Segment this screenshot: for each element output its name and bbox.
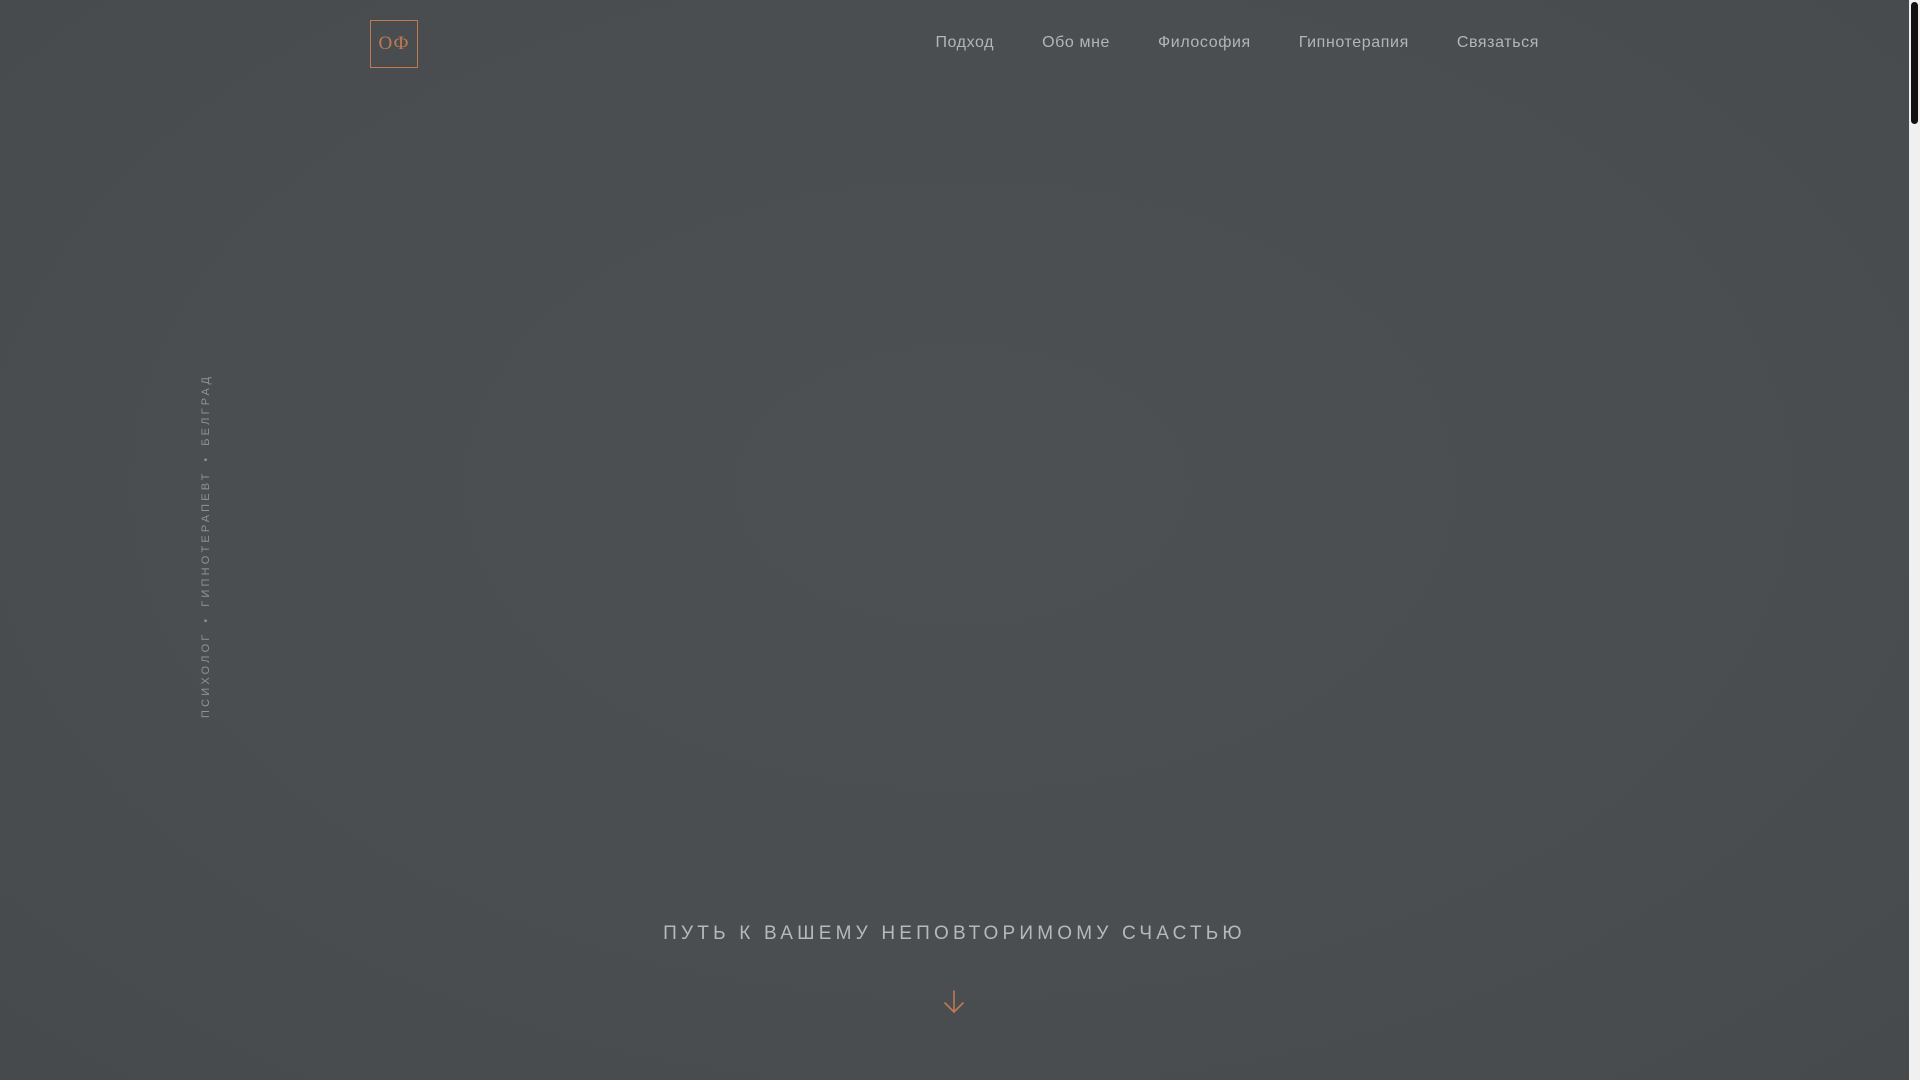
nav-item-approach[interactable]: Подход [935,32,994,54]
nav-item-about[interactable]: Обо мне [1042,32,1110,54]
side-text-city: БЕЛГРАД [200,373,212,446]
nav-item-contact[interactable]: Связаться [1457,32,1539,54]
side-separator: • [201,615,212,623]
side-separator: • [201,454,212,462]
vertical-scrollbar[interactable] [1909,0,1920,1080]
page: ОФ Подход Обо мне Философия Гипнотерапия… [0,0,1920,1080]
nav-item-hypnotherapy[interactable]: Гипнотерапия [1299,32,1409,54]
logo-text: ОФ [378,33,410,54]
side-text-psychologist: ПСИХОЛОГ [200,631,212,719]
nav-item-philosophy[interactable]: Философия [1158,32,1251,54]
arrow-down-icon[interactable] [942,988,966,1016]
side-text-hypnotherapist: ГИПНОТЕРАПЕВТ [200,470,212,607]
hero-tagline: ПУТЬ К ВАШЕМУ НЕПОВТОРИМОМУ СЧАСТЬЮ [663,923,1246,944]
main-nav: Подход Обо мне Философия Гипнотерапия Св… [935,32,1539,54]
vertical-profession-label: ПСИХОЛОГ • ГИПНОТЕРАПЕВТ • БЕЛГРАД [197,374,216,718]
scrollbar-thumb[interactable] [1911,2,1918,124]
logo[interactable]: ОФ [370,20,418,68]
hero-section: ОФ Подход Обо мне Философия Гипнотерапия… [0,0,1909,1080]
